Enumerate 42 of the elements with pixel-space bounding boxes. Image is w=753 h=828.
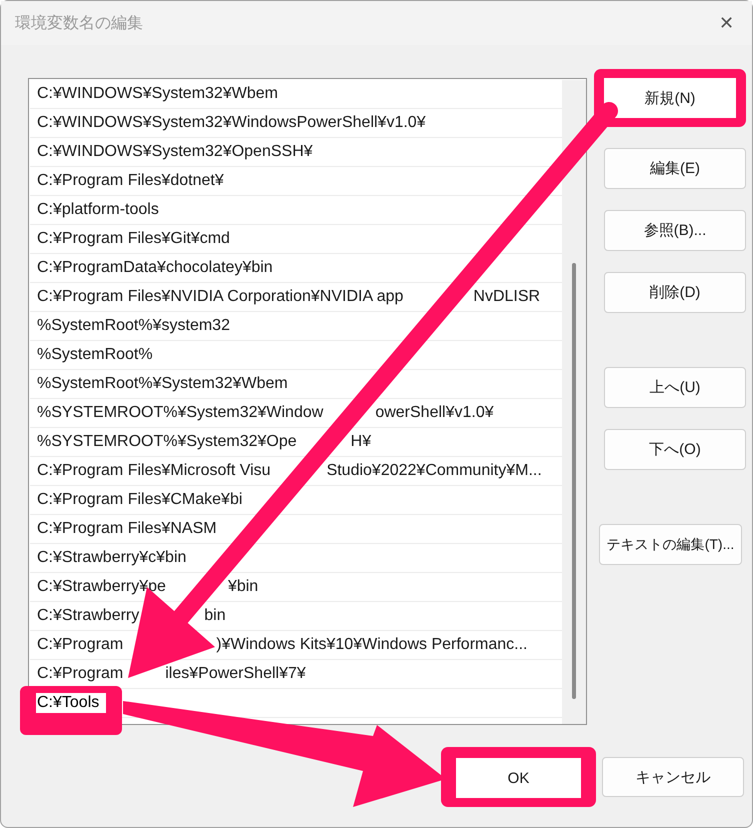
- list-item-text[interactable]: C:¥Program: [37, 665, 124, 683]
- list-item-text[interactable]: C:¥Strawberry¥pe: [37, 578, 166, 596]
- scrollbar-thumb[interactable]: [572, 263, 576, 699]
- list-item-text[interactable]: C:¥ProgramData¥chocolatey¥bin: [37, 259, 273, 277]
- list-item-text[interactable]: %SystemRoot%¥system32: [37, 317, 230, 335]
- list-item-text[interactable]: C:¥Program Files¥NVIDIA Corporation¥NVIDIA app: [37, 288, 404, 306]
- list-item-text[interactable]: C:¥WINDOWS¥System32¥Wbem: [37, 85, 278, 103]
- list-item-text[interactable]: C:¥Program Files¥Git¥cmd: [37, 230, 230, 248]
- list-item-text[interactable]: C:¥Program Files¥CMake¥bi: [37, 491, 242, 509]
- dialog-button[interactable]: 下へ(O): [604, 429, 746, 470]
- list-item-text[interactable]: %SYSTEMROOT%¥System32¥Ope: [37, 433, 297, 451]
- dialog-button[interactable]: 参照(B)...: [604, 210, 746, 251]
- list-item-text[interactable]: )¥Windows Kits¥10¥Windows Performanc...: [216, 636, 528, 654]
- list-item-text[interactable]: H¥: [350, 433, 372, 451]
- list-item-text[interactable]: owerShell¥v1.0¥: [375, 404, 494, 422]
- list-item-text[interactable]: C:¥Strawberry: [37, 607, 140, 625]
- list-item-text[interactable]: C:¥Program Files¥dotnet¥: [37, 172, 224, 190]
- list-item-text[interactable]: Studio¥2022¥Community¥M...: [326, 462, 542, 480]
- list-item-text[interactable]: C:¥Tools: [37, 694, 106, 712]
- dialog-button[interactable]: 編集(E): [604, 148, 746, 189]
- list-item-text[interactable]: %SystemRoot%: [37, 346, 153, 364]
- dialog-button[interactable]: テキストの編集(T)...: [599, 524, 742, 565]
- window-title: 環境変数名の編集: [15, 14, 143, 34]
- list-item-text[interactable]: C:¥platform-tools: [37, 201, 159, 219]
- dialog-button[interactable]: 新規(N): [604, 78, 736, 118]
- dialog-button[interactable]: 削除(D): [604, 272, 746, 313]
- list-item-text[interactable]: iles¥PowerShell¥7¥: [165, 665, 306, 683]
- list-item-text[interactable]: %SystemRoot%¥System32¥Wbem: [37, 375, 288, 393]
- list-item-text[interactable]: C:¥Strawberry¥c¥bin: [37, 549, 186, 567]
- list-item-text[interactable]: bin: [204, 607, 226, 625]
- list-item-text[interactable]: C:¥WINDOWS¥System32¥OpenSSH¥: [37, 143, 313, 161]
- close-button[interactable]: ✕: [715, 12, 738, 34]
- list-item-text[interactable]: C:¥Program Files¥NASM: [37, 520, 217, 538]
- list-item-text[interactable]: C:¥Program: [37, 636, 124, 654]
- list-item-text[interactable]: NvDLISR: [473, 288, 540, 306]
- dialog-button[interactable]: キャンセル: [602, 757, 744, 797]
- list-item-text[interactable]: C:¥WINDOWS¥System32¥WindowsPowerShell¥v1.0¥: [37, 114, 426, 132]
- list-item-text[interactable]: C:¥Program Files¥Microsoft Visu: [37, 462, 271, 480]
- dialog-button[interactable]: 上へ(U): [604, 367, 746, 408]
- list-item-text[interactable]: ¥bin: [228, 578, 258, 596]
- dialog-button[interactable]: OK: [456, 758, 581, 798]
- list-item-text[interactable]: %SYSTEMROOT%¥System32¥Window: [37, 404, 324, 422]
